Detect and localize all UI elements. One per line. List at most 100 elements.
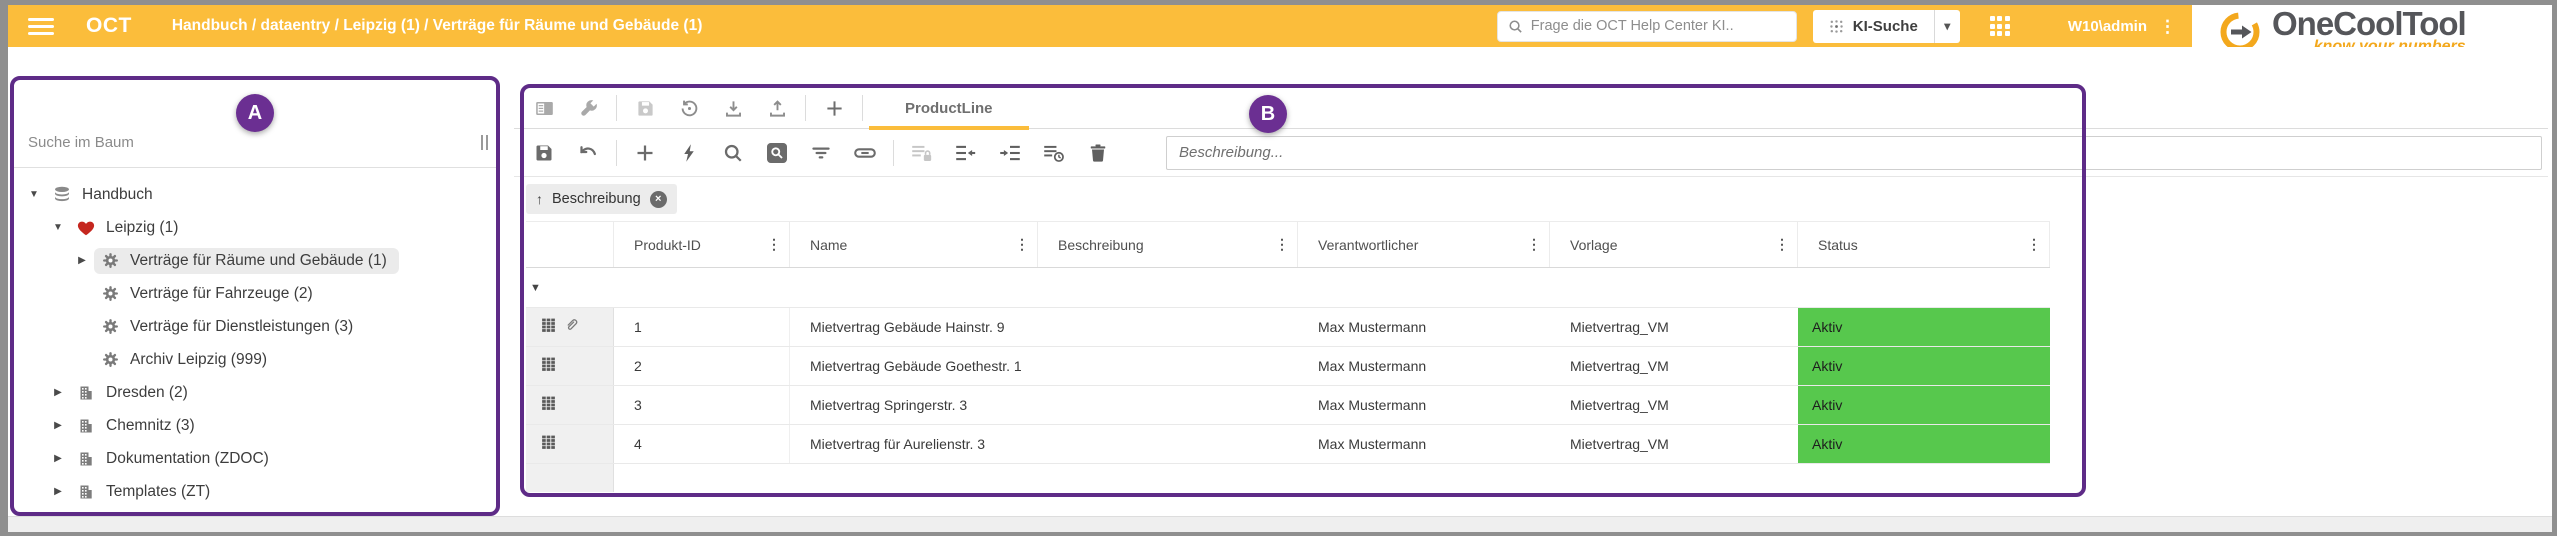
status-band — [8, 516, 2552, 532]
attachment-icon[interactable] — [564, 318, 579, 336]
grid-detail-icon[interactable] — [540, 317, 557, 337]
save-button[interactable] — [522, 136, 566, 170]
table-row[interactable]: 2 Mietvertrag Gebäude Goethestr. 1 Max M… — [526, 347, 2050, 386]
column-header-beschreibung[interactable]: Beschreibung⋮ — [1038, 222, 1298, 267]
sort-chip-beschreibung[interactable]: ↑ Beschreibung × — [526, 184, 677, 214]
expand-rows-button[interactable] — [988, 136, 1032, 170]
tree-item-label: Dokumentation (ZDOC) — [106, 450, 269, 468]
building-icon — [76, 451, 96, 467]
apps-grid-icon[interactable] — [1990, 16, 2010, 36]
panel-resize-handle[interactable] — [481, 135, 488, 150]
save-layout-button[interactable] — [623, 91, 667, 125]
download-button[interactable] — [711, 91, 755, 125]
table-row[interactable]: 3 Mietvertrag Springerstr. 3 Max Musterm… — [526, 386, 2050, 425]
tree-item-handbuch[interactable]: ▼ Handbuch — [10, 178, 500, 211]
grid-detail-icon[interactable] — [540, 434, 557, 454]
expander-collapsed-icon[interactable]: ▶ — [70, 255, 94, 266]
column-menu-icon[interactable]: ⋮ — [1015, 236, 1029, 253]
tree-item-dresden[interactable]: ▶ Dresden (2) — [10, 376, 500, 409]
column-menu-icon[interactable]: ⋮ — [767, 236, 781, 253]
grid-toolbar — [514, 129, 2548, 177]
tree-item-vertraege-dienstleistungen[interactable]: Verträge für Dienstleistungen (3) — [10, 310, 500, 343]
remove-sort-icon[interactable]: × — [650, 191, 667, 208]
data-panel: ProductLine — [514, 47, 2548, 492]
ki-search-dropdown[interactable]: ▾ — [1934, 10, 1960, 43]
settings-wrench-button[interactable] — [566, 91, 610, 125]
grid-detail-icon[interactable] — [540, 395, 557, 415]
top-bar: OCT Handbuch / dataentry / Leipzig (1) /… — [8, 5, 2192, 47]
properties-panel-button[interactable] — [522, 91, 566, 125]
cell-verantwortlicher: Max Mustermann — [1298, 347, 1550, 385]
collapse-rows-button[interactable] — [944, 136, 988, 170]
group-row[interactable]: ▼ — [526, 268, 2050, 308]
expander-collapsed-icon[interactable]: ▶ — [46, 486, 70, 497]
ki-search-button[interactable]: KI-Suche ▾ — [1813, 10, 1960, 43]
tree-item-leipzig[interactable]: ▼ Leipzig (1) — [10, 211, 500, 244]
navigation-tree-panel: ▼ Handbuch ▼ Leipzig (1) ▶ Verträge für … — [10, 118, 500, 532]
chevron-down-icon: ▾ — [1944, 19, 1950, 33]
upload-button[interactable] — [755, 91, 799, 125]
search-icon — [1508, 19, 1523, 34]
column-header-name[interactable]: Name⋮ — [790, 222, 1038, 267]
grid-detail-icon[interactable] — [540, 356, 557, 376]
user-menu[interactable]: W10\admin ⋮ — [2068, 18, 2176, 35]
column-menu-icon[interactable]: ⋮ — [1527, 236, 1541, 253]
column-header-verantwortlicher[interactable]: Verantwortlicher⋮ — [1298, 222, 1550, 267]
user-name: W10\admin — [2068, 18, 2147, 35]
tree-search-input[interactable] — [28, 134, 473, 151]
expander-collapsed-icon[interactable]: ▶ — [46, 453, 70, 464]
expander-collapsed-icon[interactable]: ▶ — [46, 387, 70, 398]
cell-verantwortlicher: Max Mustermann — [1298, 308, 1550, 346]
column-menu-icon[interactable]: ⋮ — [2027, 236, 2041, 253]
restore-history-button[interactable] — [667, 91, 711, 125]
cell-produkt-id: 4 — [614, 425, 790, 463]
sort-ascending-icon: ↑ — [536, 191, 543, 207]
tree-item-archiv-leipzig[interactable]: Archiv Leipzig (999) — [10, 343, 500, 376]
expander-collapsed-icon[interactable]: ▶ — [46, 420, 70, 431]
tree-item-templates[interactable]: ▶ Templates (ZT) — [10, 475, 500, 508]
row-history-button[interactable] — [1032, 136, 1076, 170]
group-collapse-icon[interactable]: ▼ — [530, 282, 541, 294]
hamburger-menu-icon[interactable] — [28, 18, 54, 35]
row-icons-column-header — [526, 222, 614, 267]
toolbar-separator — [862, 95, 863, 121]
tree-item-vertraege-fahrzeuge[interactable]: Verträge für Fahrzeuge (2) — [10, 277, 500, 310]
expander-expanded-icon[interactable]: ▼ — [46, 222, 70, 233]
status-badge: Aktiv — [1798, 347, 2050, 385]
flash-fill-button[interactable] — [667, 136, 711, 170]
screenshot-frame: OCT Handbuch / dataentry / Leipzig (1) /… — [0, 0, 2557, 536]
tree-item-label: Verträge für Fahrzeuge (2) — [130, 285, 313, 303]
expander-expanded-icon[interactable]: ▼ — [22, 189, 46, 200]
gear-icon — [100, 351, 120, 368]
toolbar-separator — [616, 95, 617, 121]
gear-icon — [100, 318, 120, 335]
beschreibung-filter-input[interactable] — [1166, 136, 2542, 170]
table-row[interactable]: 1 Mietvertrag Gebäude Hainstr. 9 Max Mus… — [526, 308, 2050, 347]
delete-row-button[interactable] — [1076, 136, 1120, 170]
tree-item-dokumentation[interactable]: ▶ Dokumentation (ZDOC) — [10, 442, 500, 475]
cell-beschreibung — [1038, 386, 1298, 424]
column-header-status[interactable]: Status⋮ — [1798, 222, 2050, 267]
link-button[interactable] — [843, 136, 887, 170]
tab-productline[interactable]: ProductLine — [869, 88, 1029, 129]
filter-button[interactable] — [799, 136, 843, 170]
add-tab-button[interactable] — [812, 91, 856, 125]
lock-rows-button[interactable] — [900, 136, 944, 170]
column-header-vorlage[interactable]: Vorlage⋮ — [1550, 222, 1798, 267]
tree-item-vertraege-raeume[interactable]: ▶ Verträge für Räume und Gebäude (1) — [10, 244, 500, 277]
column-header-produkt-id[interactable]: Produkt-ID⋮ — [614, 222, 790, 267]
tree-item-chemnitz[interactable]: ▶ Chemnitz (3) — [10, 409, 500, 442]
help-search-input[interactable]: Frage die OCT Help Center KI.. — [1497, 11, 1797, 42]
heart-icon — [76, 220, 96, 236]
column-menu-icon[interactable]: ⋮ — [1775, 236, 1789, 253]
table-row[interactable]: 4 Mietvertrag für Aurelienstr. 3 Max Mus… — [526, 425, 2050, 464]
database-icon — [52, 186, 72, 204]
search-button[interactable] — [711, 136, 755, 170]
add-row-button[interactable] — [623, 136, 667, 170]
tree-item-label: Verträge für Dienstleistungen (3) — [130, 318, 353, 336]
column-menu-icon[interactable]: ⋮ — [1275, 236, 1289, 253]
cell-produkt-id: 1 — [614, 308, 790, 346]
search-panel-button[interactable] — [755, 136, 799, 170]
undo-button[interactable] — [566, 136, 610, 170]
kebab-menu-icon[interactable]: ⋮ — [2159, 18, 2176, 35]
